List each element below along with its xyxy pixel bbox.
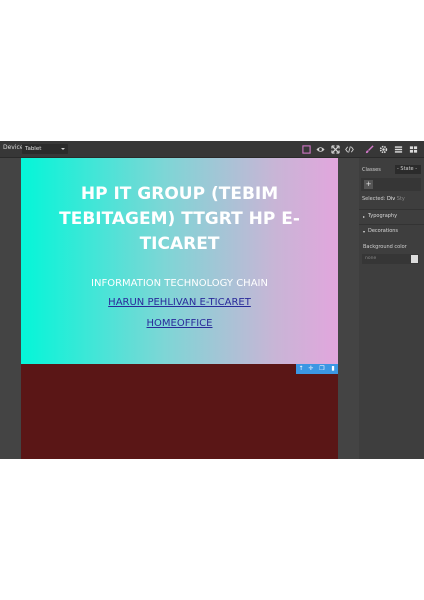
caret-right-icon: ▸: [363, 214, 366, 219]
state-select-value: - State -: [397, 166, 418, 172]
layers-icon[interactable]: [392, 143, 404, 155]
class-tags-box: +: [361, 178, 421, 191]
hero-section[interactable]: HP IT GROUP (TEBIM TEBITAGEM) TTGRT HP E…: [21, 158, 338, 364]
code-icon[interactable]: [343, 143, 355, 155]
square-outline-icon[interactable]: [300, 143, 312, 155]
homeoffice-link[interactable]: HOMEOFFICE: [21, 318, 338, 329]
caret-down-icon: ▾: [363, 229, 366, 234]
paintbrush-icon[interactable]: [363, 143, 375, 155]
editor-canvas[interactable]: HP IT GROUP (TEBIM TEBITAGEM) TTGRT HP E…: [21, 158, 338, 459]
bg-color-placeholder: none: [365, 256, 377, 261]
state-select[interactable]: - State -: [395, 165, 421, 174]
copy-icon[interactable]: ❐: [317, 364, 327, 374]
top-toolbar: Device Tablet: [0, 141, 424, 158]
typography-label: Typography: [368, 213, 398, 219]
selection-toolbar: ↑ ✛ ❐ ▮: [296, 364, 338, 374]
page-editor: Device Tablet HP IT GROUP (TEBIM TEBITAG…: [0, 141, 424, 459]
selected-value: Div: [386, 196, 396, 202]
eye-icon[interactable]: [314, 143, 326, 155]
device-label: Device: [3, 144, 24, 151]
style-manager-panel: Classes - State - + Selected: Div Sty ▸ …: [359, 158, 424, 459]
classes-label: Classes: [362, 167, 381, 173]
color-swatch[interactable]: [411, 255, 418, 263]
selected-label-text: Selected:: [362, 196, 386, 202]
device-select[interactable]: Tablet: [22, 144, 68, 154]
blocks-icon[interactable]: [407, 143, 419, 155]
move-icon[interactable]: ✛: [306, 364, 316, 374]
bg-color-input[interactable]: none: [362, 254, 419, 264]
device-select-value: Tablet: [25, 146, 42, 152]
selected-hint: Sty: [396, 196, 405, 202]
add-class-button[interactable]: +: [364, 180, 373, 189]
company-link[interactable]: HARUN PEHLIVAN E-TICARET: [21, 297, 338, 308]
hero-title: HP IT GROUP (TEBIM TEBITAGEM) TTGRT HP E…: [59, 184, 300, 254]
decorations-label: Decorations: [368, 228, 399, 234]
fullscreen-icon[interactable]: [329, 143, 341, 155]
typography-sector[interactable]: ▸ Typography: [359, 209, 424, 222]
decorations-sector[interactable]: ▾ Decorations: [359, 224, 424, 237]
hero-subtitle: INFORMATION TECHNOLOGY CHAIN: [91, 278, 268, 289]
selected-label: Selected: Div Sty: [362, 196, 405, 202]
gear-icon[interactable]: [377, 143, 389, 155]
bg-color-label: Background color: [363, 244, 407, 250]
chevron-down-icon: [61, 148, 65, 150]
trash-icon[interactable]: ▮: [328, 364, 338, 374]
arrow-up-icon[interactable]: ↑: [296, 364, 306, 374]
